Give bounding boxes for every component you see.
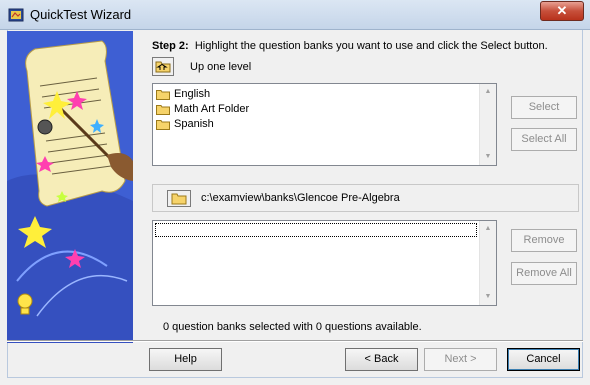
list-item-english[interactable]: English <box>156 88 210 103</box>
folder-up-icon <box>155 61 171 73</box>
close-icon: ✕ <box>556 3 568 18</box>
list-item-math-art-folder[interactable]: Math Art Folder <box>156 103 249 118</box>
scroll-down-icon[interactable]: ▼ <box>480 149 496 165</box>
app-icon <box>8 8 24 22</box>
scroll-down-icon[interactable]: ▼ <box>480 289 496 305</box>
status-text: 0 question banks selected with 0 questio… <box>163 321 422 333</box>
available-banks-list[interactable]: English Math Art Folder Spanish ▲ ▼ <box>152 83 497 166</box>
select-button[interactable]: Select <box>511 96 577 119</box>
selected-banks-list[interactable]: ▲ ▼ <box>152 220 497 306</box>
folder-icon <box>156 89 170 100</box>
close-button[interactable]: ✕ <box>540 1 584 21</box>
scroll-up-icon[interactable]: ▲ <box>480 221 496 237</box>
selected-list-scrollbar[interactable]: ▲ ▼ <box>479 221 496 305</box>
illustration-graphic <box>7 31 133 343</box>
cancel-button[interactable]: Cancel <box>507 348 580 371</box>
folder-icon <box>171 193 187 205</box>
folder-icon <box>156 104 170 115</box>
instruction-body: Highlight the question banks you want to… <box>194 40 548 52</box>
remove-button[interactable]: Remove <box>511 229 577 252</box>
up-one-level-button[interactable] <box>152 57 174 76</box>
folder-icon <box>156 119 170 130</box>
quicktest-wizard-window: QuickTest Wizard ✕ Step 2: Highlight the… <box>0 0 590 385</box>
footer-divider <box>7 340 583 342</box>
focus-rectangle <box>155 223 477 237</box>
list-item-spanish[interactable]: Spanish <box>156 118 214 133</box>
step-label: Step 2: <box>152 40 189 52</box>
scroll-up-icon[interactable]: ▲ <box>480 84 496 100</box>
available-list-scrollbar[interactable]: ▲ ▼ <box>479 84 496 165</box>
browse-folder-button[interactable] <box>167 190 191 207</box>
select-all-button[interactable]: Select All <box>511 128 577 151</box>
help-button[interactable]: Help <box>149 348 222 371</box>
current-path-text: c:\examview\banks\Glencoe Pre-Algebra <box>201 192 400 204</box>
remove-all-button[interactable]: Remove All <box>511 262 577 285</box>
title-bar[interactable]: QuickTest Wizard ✕ <box>0 0 590 30</box>
window-title: QuickTest Wizard <box>30 7 132 22</box>
back-button[interactable]: < Back <box>345 348 418 371</box>
wizard-illustration <box>7 31 133 343</box>
instruction-text: Step 2: Highlight the question banks you… <box>152 40 548 52</box>
up-one-level-label: Up one level <box>190 61 252 73</box>
current-path-bar: c:\examview\banks\Glencoe Pre-Algebra <box>152 184 579 212</box>
next-button[interactable]: Next > <box>424 348 497 371</box>
